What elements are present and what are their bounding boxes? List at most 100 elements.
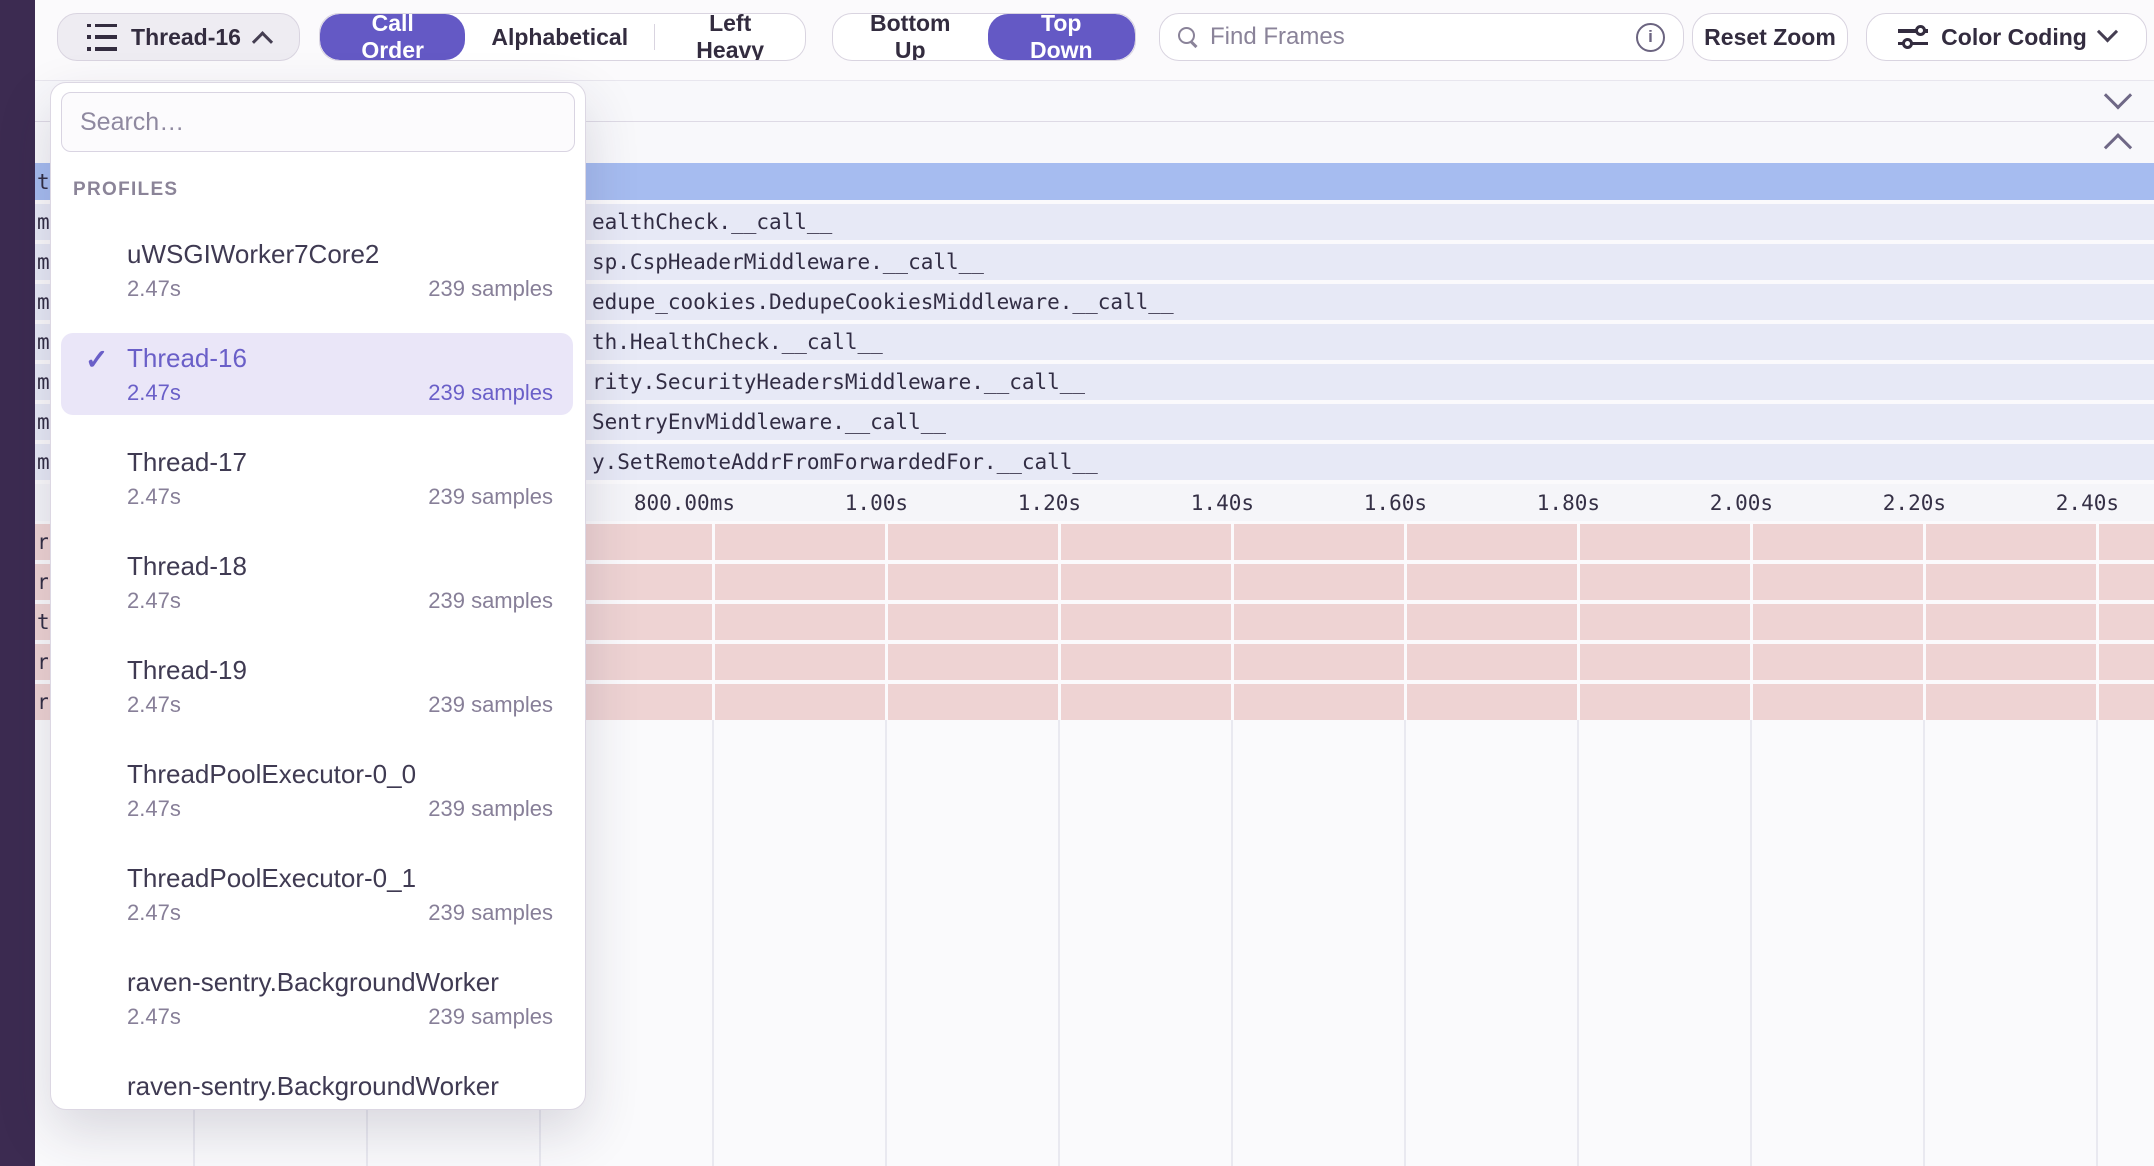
- frame-label: y.SetRemoteAddrFromForwardedFor.__call__: [592, 450, 1098, 474]
- frame-label: rity.SecurityHeadersMiddleware.__call__: [592, 370, 1085, 394]
- chevron-down-icon: [2097, 21, 2118, 42]
- profile-meta: 2.47s 239 samples: [127, 379, 553, 407]
- profile-item[interactable]: Thread-182.47s239 samples: [61, 541, 573, 623]
- frame-text-fragment: m: [37, 210, 51, 234]
- reset-zoom-button[interactable]: Reset Zoom: [1692, 13, 1848, 61]
- time-tick-label: 800.00ms: [634, 491, 735, 515]
- profiles-section-label: PROFILES: [73, 179, 178, 201]
- gridline: [1923, 720, 1925, 1166]
- profile-meta: 2.47s 239 samples: [127, 1003, 553, 1031]
- direction-option-bottom-up[interactable]: Bottom Up: [833, 14, 988, 60]
- profile-name: ThreadPoolExecutor-0_0: [127, 757, 553, 791]
- gridline: [885, 720, 887, 1166]
- profile-samples: 239 samples: [428, 795, 553, 823]
- gridline: [1750, 524, 1753, 720]
- gridline: [1404, 720, 1406, 1166]
- frame-label: sp.CspHeaderMiddleware.__call__: [592, 250, 984, 274]
- profile-duration: 2.47s: [127, 379, 181, 407]
- sort-option-call-order[interactable]: Call Order: [320, 14, 465, 60]
- profile-item[interactable]: raven-sentry.BackgroundWorker 2.47s 239 sa…: [61, 957, 573, 1039]
- profile-meta: 2.47s 239 samples: [127, 1107, 553, 1110]
- time-tick-label: 1.00s: [845, 491, 908, 515]
- gridline: [2096, 720, 2098, 1166]
- thread-selector-button[interactable]: Thread-16: [57, 13, 300, 61]
- find-frames-placeholder: Find Frames: [1210, 23, 1624, 51]
- profile-samples: 239 samples: [428, 379, 553, 407]
- dropdown-search-input[interactable]: Search…: [61, 92, 575, 152]
- frame-text-fragment: m: [37, 370, 51, 394]
- profile-item[interactable]: ThreadPoolExecutor-0_1 2.47s 239 samples: [61, 853, 573, 935]
- sliders-icon: [1898, 24, 1928, 50]
- color-coding-label: Color Coding: [1941, 24, 2087, 51]
- thread-list-icon: [87, 24, 117, 51]
- gridline: [1923, 524, 1926, 720]
- sort-option-alphabetical[interactable]: Alphabetical: [465, 14, 654, 60]
- frame-label: ealthCheck.__call__: [592, 210, 832, 234]
- profile-samples: 239 samples: [428, 587, 553, 615]
- profile-item[interactable]: raven-sentry.BackgroundWorker 2.47s 239 sa…: [61, 1061, 573, 1110]
- gridline: [1750, 720, 1752, 1166]
- profile-duration: 2.47s: [127, 899, 181, 927]
- frame-text-fragment: m: [37, 410, 51, 434]
- gridline: [2096, 524, 2099, 720]
- profile-samples: 239 samples: [428, 275, 553, 303]
- profile-name: Thread-19: [127, 653, 553, 687]
- profile-samples: 239 samples: [428, 691, 553, 719]
- profile-name: raven-sentry.BackgroundWorker: [127, 965, 553, 999]
- profile-meta: 2.47s 239 samples: [127, 587, 553, 615]
- profile-name: raven-sentry.BackgroundWorker: [127, 1069, 553, 1103]
- profile-duration: 2.47s: [127, 691, 181, 719]
- info-icon[interactable]: i: [1636, 23, 1665, 52]
- profile-meta: 2.47s 239 samples: [127, 691, 553, 719]
- time-tick-label: 1.20s: [1018, 491, 1081, 515]
- sort-option-left-heavy[interactable]: Left Heavy: [655, 14, 805, 60]
- profile-item[interactable]: ThreadPoolExecutor-0_0 2.47s239 samples: [61, 749, 573, 831]
- toolbar: Thread-16 Call OrderAlphabeticalLeft Hea…: [0, 0, 2154, 76]
- search-icon: [1178, 27, 1198, 47]
- chevron-up-icon: [252, 31, 273, 52]
- profile-name: Thread-16: [127, 341, 553, 375]
- find-frames-input[interactable]: Find Frames i: [1159, 13, 1684, 61]
- profile-name: uWSGIWorker7Core2: [127, 237, 553, 271]
- profile-item[interactable]: Thread-19 2.47s 239 samples: [61, 645, 573, 727]
- frame-text-fragment: r: [37, 570, 48, 594]
- profile-item[interactable]: uWSGIWorker7Core2 2.47s 239 samples: [61, 229, 573, 311]
- frame-label: edupe_cookies.DedupeCookiesMiddleware.__…: [592, 290, 1174, 314]
- profile-meta: 2.47s 239 samples: [127, 275, 553, 303]
- profile-meta: 2.47s239 samples: [127, 795, 553, 823]
- profile-duration: 2.47s: [127, 1107, 181, 1110]
- frame-text-fragment: m: [37, 450, 51, 474]
- gridline: [885, 524, 888, 720]
- profile-name: ThreadPoolExecutor-0_1: [127, 861, 553, 895]
- time-tick-label: 2.00s: [1710, 491, 1773, 515]
- direction-option-top-down[interactable]: Top Down: [988, 14, 1135, 60]
- gridline: [1577, 720, 1579, 1166]
- profiles-list: uWSGIWorker7Core22.47s239 samples✓Thread…: [61, 229, 573, 1110]
- frame-text-fragment: m: [37, 250, 51, 274]
- profile-item[interactable]: ✓ Thread-16 2.47s 239 samples: [61, 333, 573, 415]
- profile-duration: 2.47s: [127, 587, 181, 615]
- frame-label: th.HealthCheck.__call__: [592, 330, 883, 354]
- time-tick-label: 1.40s: [1191, 491, 1254, 515]
- thread-selector-label: Thread-16: [131, 24, 241, 51]
- thread-selector-dropdown: Search… PROFILES uWSGIWorker7Core2 2.47s 2…: [50, 82, 586, 1110]
- profile-name: Thread-17: [127, 445, 553, 479]
- profile-meta: 2.47s239 samples: [127, 483, 553, 511]
- profile-duration: 2.47s: [127, 275, 181, 303]
- profile-item[interactable]: Thread-17 2.47s239 samples: [61, 437, 573, 519]
- profile-samples: 239 samples: [428, 899, 553, 927]
- profile-duration: 2.47s: [127, 1003, 181, 1031]
- gridline: [712, 524, 715, 720]
- color-coding-button[interactable]: Color Coding: [1866, 13, 2147, 61]
- profile-samples: 239 samples: [428, 1107, 553, 1110]
- gridline: [1058, 720, 1060, 1166]
- frame-text-fragment: r: [37, 650, 48, 674]
- profile-samples: 239 samples: [428, 483, 553, 511]
- time-tick-label: 2.40s: [2056, 491, 2119, 515]
- profile-samples: 239 samples: [428, 1003, 553, 1031]
- checkmark-icon: ✓: [85, 343, 108, 376]
- time-tick-label: 1.80s: [1537, 491, 1600, 515]
- dropdown-search-placeholder: Search…: [80, 108, 184, 137]
- gridline: [1404, 524, 1407, 720]
- profile-meta: 2.47s 239 samples: [127, 899, 553, 927]
